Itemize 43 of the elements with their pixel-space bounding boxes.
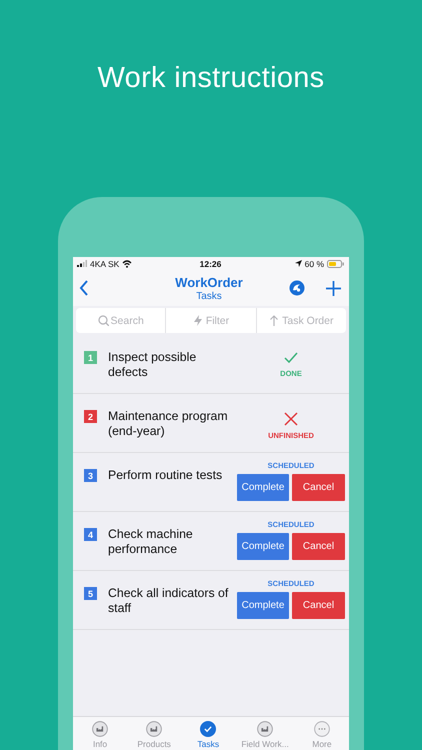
tab-item[interactable]: Products [127, 717, 182, 750]
cancel-button[interactable]: Cancel [292, 592, 345, 619]
number-badge: 1 [84, 351, 97, 364]
number-badge: 4 [84, 528, 97, 541]
task-title: Check machine performance [108, 527, 194, 557]
add-icon[interactable] [326, 280, 341, 296]
lightning-icon [192, 315, 204, 326]
wifi-icon [122, 260, 132, 268]
task-title: Perform routine tests [108, 468, 224, 483]
factory-icon [256, 721, 274, 737]
tab-item[interactable]: Info [73, 717, 128, 750]
headline: Work instructions [96, 61, 326, 96]
number-badge: 3 [84, 469, 97, 482]
complete-button[interactable]: Complete [237, 533, 289, 560]
task-title: Inspect possible defects [108, 350, 198, 380]
complete-button[interactable]: Complete [237, 592, 289, 619]
back-icon[interactable] [79, 280, 89, 296]
task-title: Check all indicators of staff [108, 586, 230, 616]
task-title: Maintenance program (end-year) [108, 409, 229, 439]
number-badge: 2 [84, 410, 97, 423]
check-circle-icon [199, 721, 218, 737]
factory-icon [145, 721, 164, 737]
battery-percent: 60 % [304, 258, 324, 268]
carrier-name: 4KA SK [90, 258, 120, 268]
check-icon [283, 350, 299, 364]
tab-item[interactable]: Tasks [181, 717, 236, 750]
clock: 12:26 [200, 258, 222, 268]
cross-icon [284, 412, 298, 426]
nav-title: WorkOrder [175, 274, 243, 290]
more-icon [312, 721, 331, 737]
complete-button[interactable]: Complete [237, 474, 289, 501]
factory-icon [91, 721, 110, 737]
up-arrow-icon [269, 315, 280, 326]
cancel-button[interactable]: Cancel [292, 474, 345, 501]
signal-icon [77, 260, 87, 267]
nav-subtitle: Tasks [196, 290, 222, 302]
number-badge: 5 [84, 587, 97, 600]
cancel-button[interactable]: Cancel [292, 533, 345, 560]
location-icon [294, 260, 302, 267]
tab-item[interactable]: Field Work... [235, 717, 295, 750]
tab-item[interactable]: More [294, 717, 349, 750]
battery-icon [327, 260, 344, 268]
search-icon [98, 315, 109, 326]
